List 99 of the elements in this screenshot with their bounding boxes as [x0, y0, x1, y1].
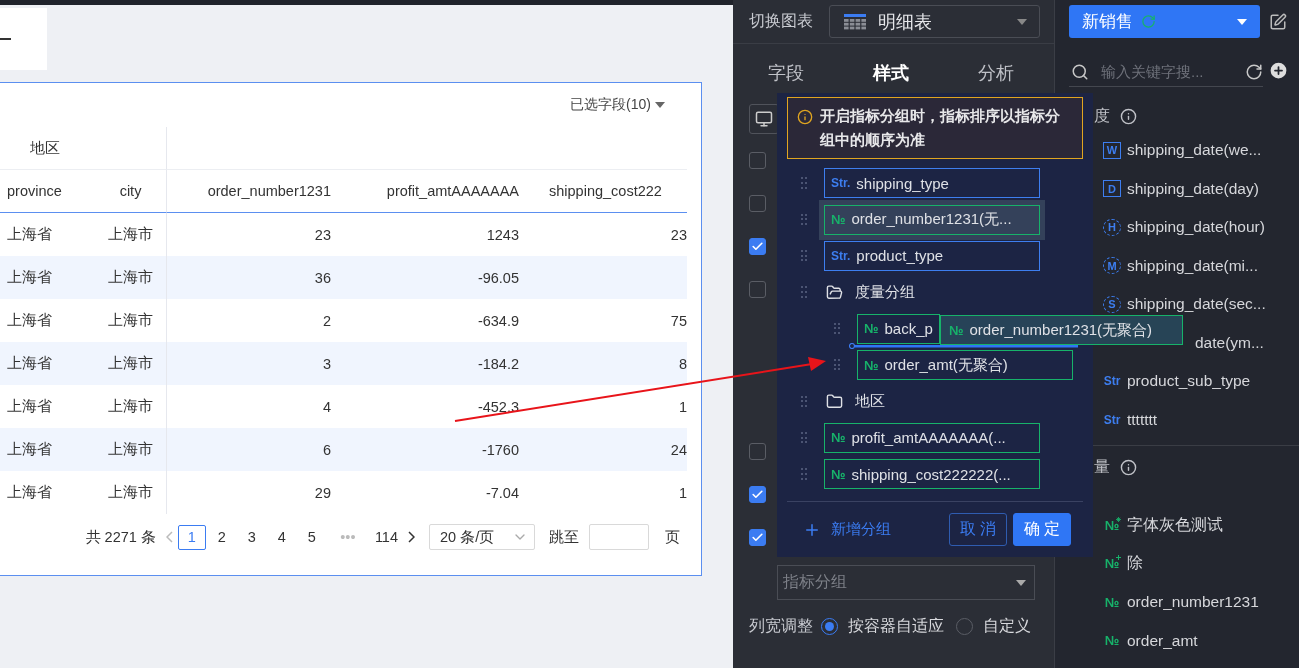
drag-handle-icon[interactable]	[801, 468, 807, 481]
table-cell: 上海省	[0, 256, 95, 299]
table-cell: 3	[167, 342, 345, 385]
drag-handle-icon[interactable]	[801, 395, 807, 408]
cancel-button[interactable]: 取 消	[949, 513, 1007, 546]
total-count: 共 2271 条	[85, 527, 156, 547]
dimension-heading: 度	[1094, 105, 1110, 126]
checkbox[interactable]	[749, 152, 766, 169]
confirm-button[interactable]: 确 定	[1013, 513, 1071, 546]
drag-handle-icon[interactable]	[834, 359, 840, 372]
dimension-field[interactable]: H shipping_date(hour)	[1069, 208, 1299, 247]
dimension-field[interactable]: M shipping_date(mi...	[1069, 246, 1299, 285]
table-icon	[844, 13, 866, 30]
panel-tab[interactable]: 字段	[761, 57, 810, 89]
page-suffix: 页	[665, 527, 680, 547]
measure-heading: 量	[1094, 456, 1110, 477]
group-folder[interactable]: 度量分组	[826, 282, 915, 302]
field-chip[interactable]: № back_p	[857, 313, 940, 344]
dragged-field-chip: № order_number1231(无聚合)	[940, 315, 1183, 345]
panel-tab[interactable]: 样式	[866, 57, 915, 89]
selected-fields-dropdown[interactable]: 已选字段(10)	[570, 96, 665, 114]
table-cell: 上海市	[95, 256, 167, 299]
jump-label: 跳至	[549, 527, 579, 547]
dataset-select[interactable]: 新销售	[1069, 5, 1260, 38]
column-width-label: 列宽调整	[749, 615, 813, 636]
page-size-select[interactable]: 20 条/页	[429, 524, 535, 550]
table-cell: 上海省	[0, 342, 95, 385]
string-type-icon: Str	[1103, 411, 1121, 429]
drag-handle-icon[interactable]	[801, 431, 807, 444]
search-field[interactable]: 输入关键字搜...	[1099, 62, 1239, 81]
chevron-left-icon	[165, 531, 173, 543]
field-chip[interactable]: Str. product_type	[824, 240, 1040, 271]
field-chip[interactable]: № order_amt(无聚合)	[857, 350, 1073, 381]
date-square-icon: D	[1103, 180, 1121, 198]
drag-handle-icon[interactable]	[801, 286, 807, 299]
checkbox[interactable]	[749, 281, 766, 298]
info-icon	[1120, 458, 1137, 476]
info-icon	[1120, 107, 1137, 125]
measure-field[interactable]: № 除	[1069, 544, 1299, 583]
check-icon	[751, 488, 764, 501]
measure-field[interactable]: № order_amt	[1069, 621, 1299, 660]
date-square-icon: W	[1103, 141, 1121, 159]
panel-tab[interactable]: 分析	[971, 57, 1020, 89]
dimension-field[interactable]: D shipping_date(day)	[1069, 169, 1299, 208]
checkbox[interactable]	[749, 529, 766, 546]
checkbox[interactable]	[749, 195, 766, 212]
string-type-icon: Str	[1103, 372, 1121, 390]
table-cell: 8	[533, 342, 687, 385]
table-cell: -184.2	[345, 342, 533, 385]
chevron-right-icon	[408, 531, 415, 543]
minus-icon	[0, 38, 11, 40]
radio-option[interactable]: 自定义	[956, 615, 1031, 637]
add-icon[interactable]	[1268, 60, 1289, 81]
radio-option[interactable]: 按容器自适应	[821, 615, 944, 637]
group-header-cell: 地区	[0, 127, 167, 170]
add-group-link[interactable]: 新增分组	[803, 520, 891, 539]
check-icon	[751, 531, 764, 544]
number-type-icon: №	[1103, 593, 1121, 611]
table-cell: -96.05	[345, 256, 533, 299]
table-cell: 24	[533, 428, 687, 471]
jump-input[interactable]	[589, 524, 649, 550]
field-chip[interactable]: Str. shipping_type	[824, 168, 1040, 199]
check-icon	[751, 240, 764, 253]
table-cell: 上海市	[95, 342, 167, 385]
table-cell: -1760	[345, 428, 533, 471]
sync-icon	[1141, 14, 1156, 29]
caret-down-icon	[1237, 18, 1247, 25]
refresh-icon[interactable]	[1245, 62, 1263, 81]
folder-icon	[826, 393, 843, 411]
page-button[interactable]: 1	[177, 524, 206, 550]
drag-handle-icon[interactable]	[834, 322, 840, 335]
checkbox[interactable]	[749, 486, 766, 503]
drag-handle-icon[interactable]	[801, 177, 807, 190]
group-folder[interactable]: 地区	[826, 392, 885, 412]
warning-icon	[797, 109, 813, 125]
checkbox[interactable]	[749, 443, 766, 460]
column-header: city	[95, 170, 167, 213]
field-chip[interactable]: № shipping_cost222222(...	[824, 459, 1040, 490]
measure-field[interactable]: № 字体灰色测试	[1069, 506, 1299, 545]
drag-handle-icon[interactable]	[801, 213, 807, 226]
number-type-icon: №	[1103, 632, 1121, 650]
search-icon	[1071, 62, 1089, 81]
drag-handle-icon[interactable]	[801, 249, 807, 262]
chart-switch-label: 切换图表	[749, 11, 813, 31]
chart-type-select[interactable]: 明细表	[829, 5, 1040, 38]
table-cell: 6	[167, 428, 345, 471]
edit-icon[interactable]	[1269, 12, 1287, 31]
monitor-icon	[755, 110, 773, 128]
table-cell: 上海省	[0, 428, 95, 471]
folder-icon	[826, 283, 843, 301]
measure-field[interactable]: № order_number1231	[1069, 583, 1299, 622]
table-cell: 36	[167, 256, 345, 299]
checkbox[interactable]	[749, 238, 766, 255]
caret-down-icon	[655, 102, 665, 108]
table-cell: 上海市	[95, 428, 167, 471]
notice-text: 开启指标分组时，指标排序以指标分组中的顺序为准	[787, 97, 1083, 159]
caret-down-icon	[1016, 579, 1026, 586]
caret-down-icon	[1017, 18, 1027, 25]
field-chip[interactable]: № profit_amtAAAAAAA(...	[824, 422, 1040, 453]
